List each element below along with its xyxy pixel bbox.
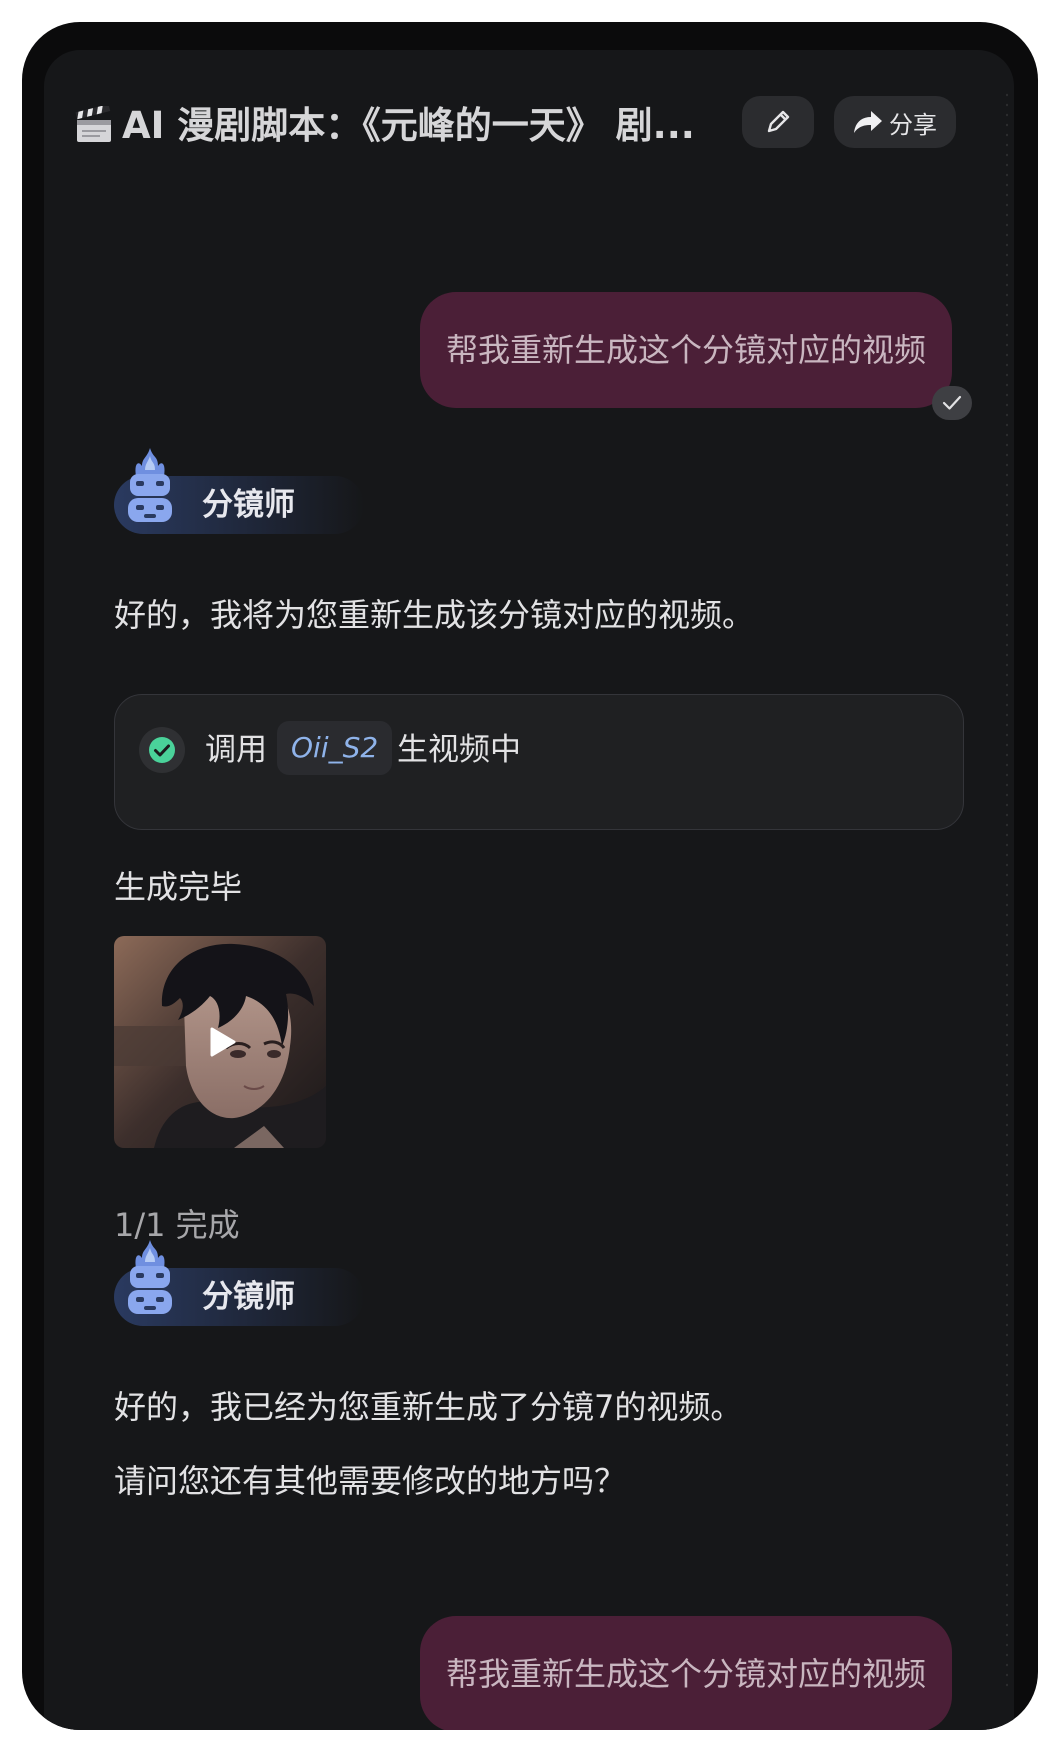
play-icon	[210, 1027, 236, 1057]
tool-call-card[interactable]: 调用 Oii_S2 生视频中	[114, 694, 964, 830]
user-message-bubble[interactable]: 帮我重新生成这个分镜对应的视频	[419, 1616, 952, 1730]
edge-dots	[1006, 90, 1008, 1690]
model-chip: Oii_S2	[277, 721, 393, 775]
clapperboard-icon	[75, 106, 111, 142]
pencil-icon	[767, 110, 790, 133]
page-title: AI 漫剧脚本：《元峰的一天》 剧...	[122, 104, 695, 147]
agent-name: 分镜师	[202, 487, 295, 523]
checkmark-icon	[942, 395, 962, 410]
share-label: 分享	[889, 110, 937, 139]
share-button[interactable]: 分享	[834, 96, 956, 148]
agent-name: 分镜师	[202, 1279, 295, 1315]
flame-robot-avatar-icon	[128, 448, 172, 522]
chat-header: AI 漫剧脚本：《元峰的一天》 剧... 分享	[74, 84, 984, 168]
chat-screen: AI 漫剧脚本：《元峰的一天》 剧... 分享 帮我重新生成这个分镜对应的视频	[44, 50, 1014, 1730]
agent-message-text: 请问您还有其他需要修改的地方吗？	[114, 1462, 627, 1500]
user-message-text: 帮我重新生成这个分镜对应的视频	[445, 331, 926, 369]
share-arrow-icon	[854, 111, 882, 133]
video-thumbnail[interactable]	[114, 936, 326, 1148]
check-circle-icon	[139, 727, 185, 773]
user-message-text: 帮我重新生成这个分镜对应的视频	[445, 1655, 926, 1693]
tool-call-prefix: 调用	[205, 732, 267, 768]
result-label: 生成完毕	[114, 868, 243, 906]
edit-title-button[interactable]	[742, 96, 814, 148]
user-message-bubble[interactable]: 帮我重新生成这个分镜对应的视频	[419, 292, 952, 408]
device-frame: AI 漫剧脚本：《元峰的一天》 剧... 分享 帮我重新生成这个分镜对应的视频	[22, 22, 1038, 1730]
agent-tag: 分镜师	[114, 1240, 364, 1326]
agent-message-text: 好的，我已经为您重新生成了分镜7的视频。	[114, 1388, 743, 1426]
agent-tag: 分镜师	[114, 448, 364, 534]
tool-call-status: 生视频中	[397, 732, 521, 768]
flame-robot-avatar-icon	[128, 1240, 172, 1314]
read-receipt-badge	[932, 386, 972, 420]
agent-message-text: 好的，我将为您重新生成该分镜对应的视频。	[114, 596, 755, 634]
